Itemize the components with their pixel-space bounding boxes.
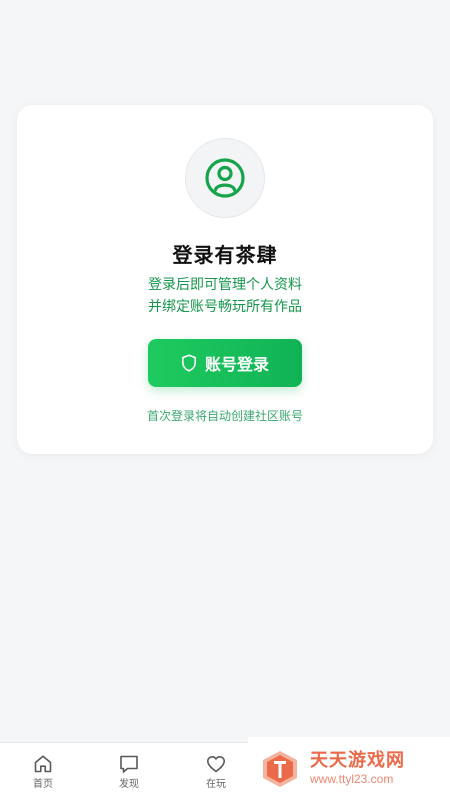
description-line-1: 登录后即可管理个人资料 [148,277,302,293]
login-card: 登录有茶肆 登录后即可管理个人资料 并绑定账号畅玩所有作品 账号登录 首次登录将… [17,105,433,454]
heart-icon [207,756,225,773]
tab-home-label: 首页 [33,779,53,790]
login-description: 登录后即可管理个人资料 并绑定账号畅玩所有作品 [17,274,433,318]
account-login-button[interactable]: 账号登录 [148,339,302,387]
user-circle-icon [205,158,245,198]
home-icon [34,755,52,773]
shield-icon [181,354,196,372]
watermark-subtitle: www.ttyl23.com [310,771,394,786]
message-icon [120,755,138,773]
tab-discover-label: 发现 [119,779,139,790]
login-button-label: 账号登录 [204,355,269,374]
avatar [185,138,265,218]
logo-icon [263,750,297,787]
description-line-2: 并绑定账号畅玩所有作品 [148,299,302,315]
tab-playing-label: 在玩 [206,779,226,790]
tab-playing[interactable]: 在玩 [186,753,246,797]
auto-create-hint: 首次登录将自动创建社区账号 [146,409,303,423]
tab-home[interactable]: 首页 [13,753,73,797]
watermark-title: 天天游戏网 [310,749,405,771]
site-watermark: 天天游戏网 www.ttyl23.com [248,737,450,800]
tab-discover[interactable]: 发现 [99,753,159,797]
page-title: 登录有茶肆 [172,243,278,267]
